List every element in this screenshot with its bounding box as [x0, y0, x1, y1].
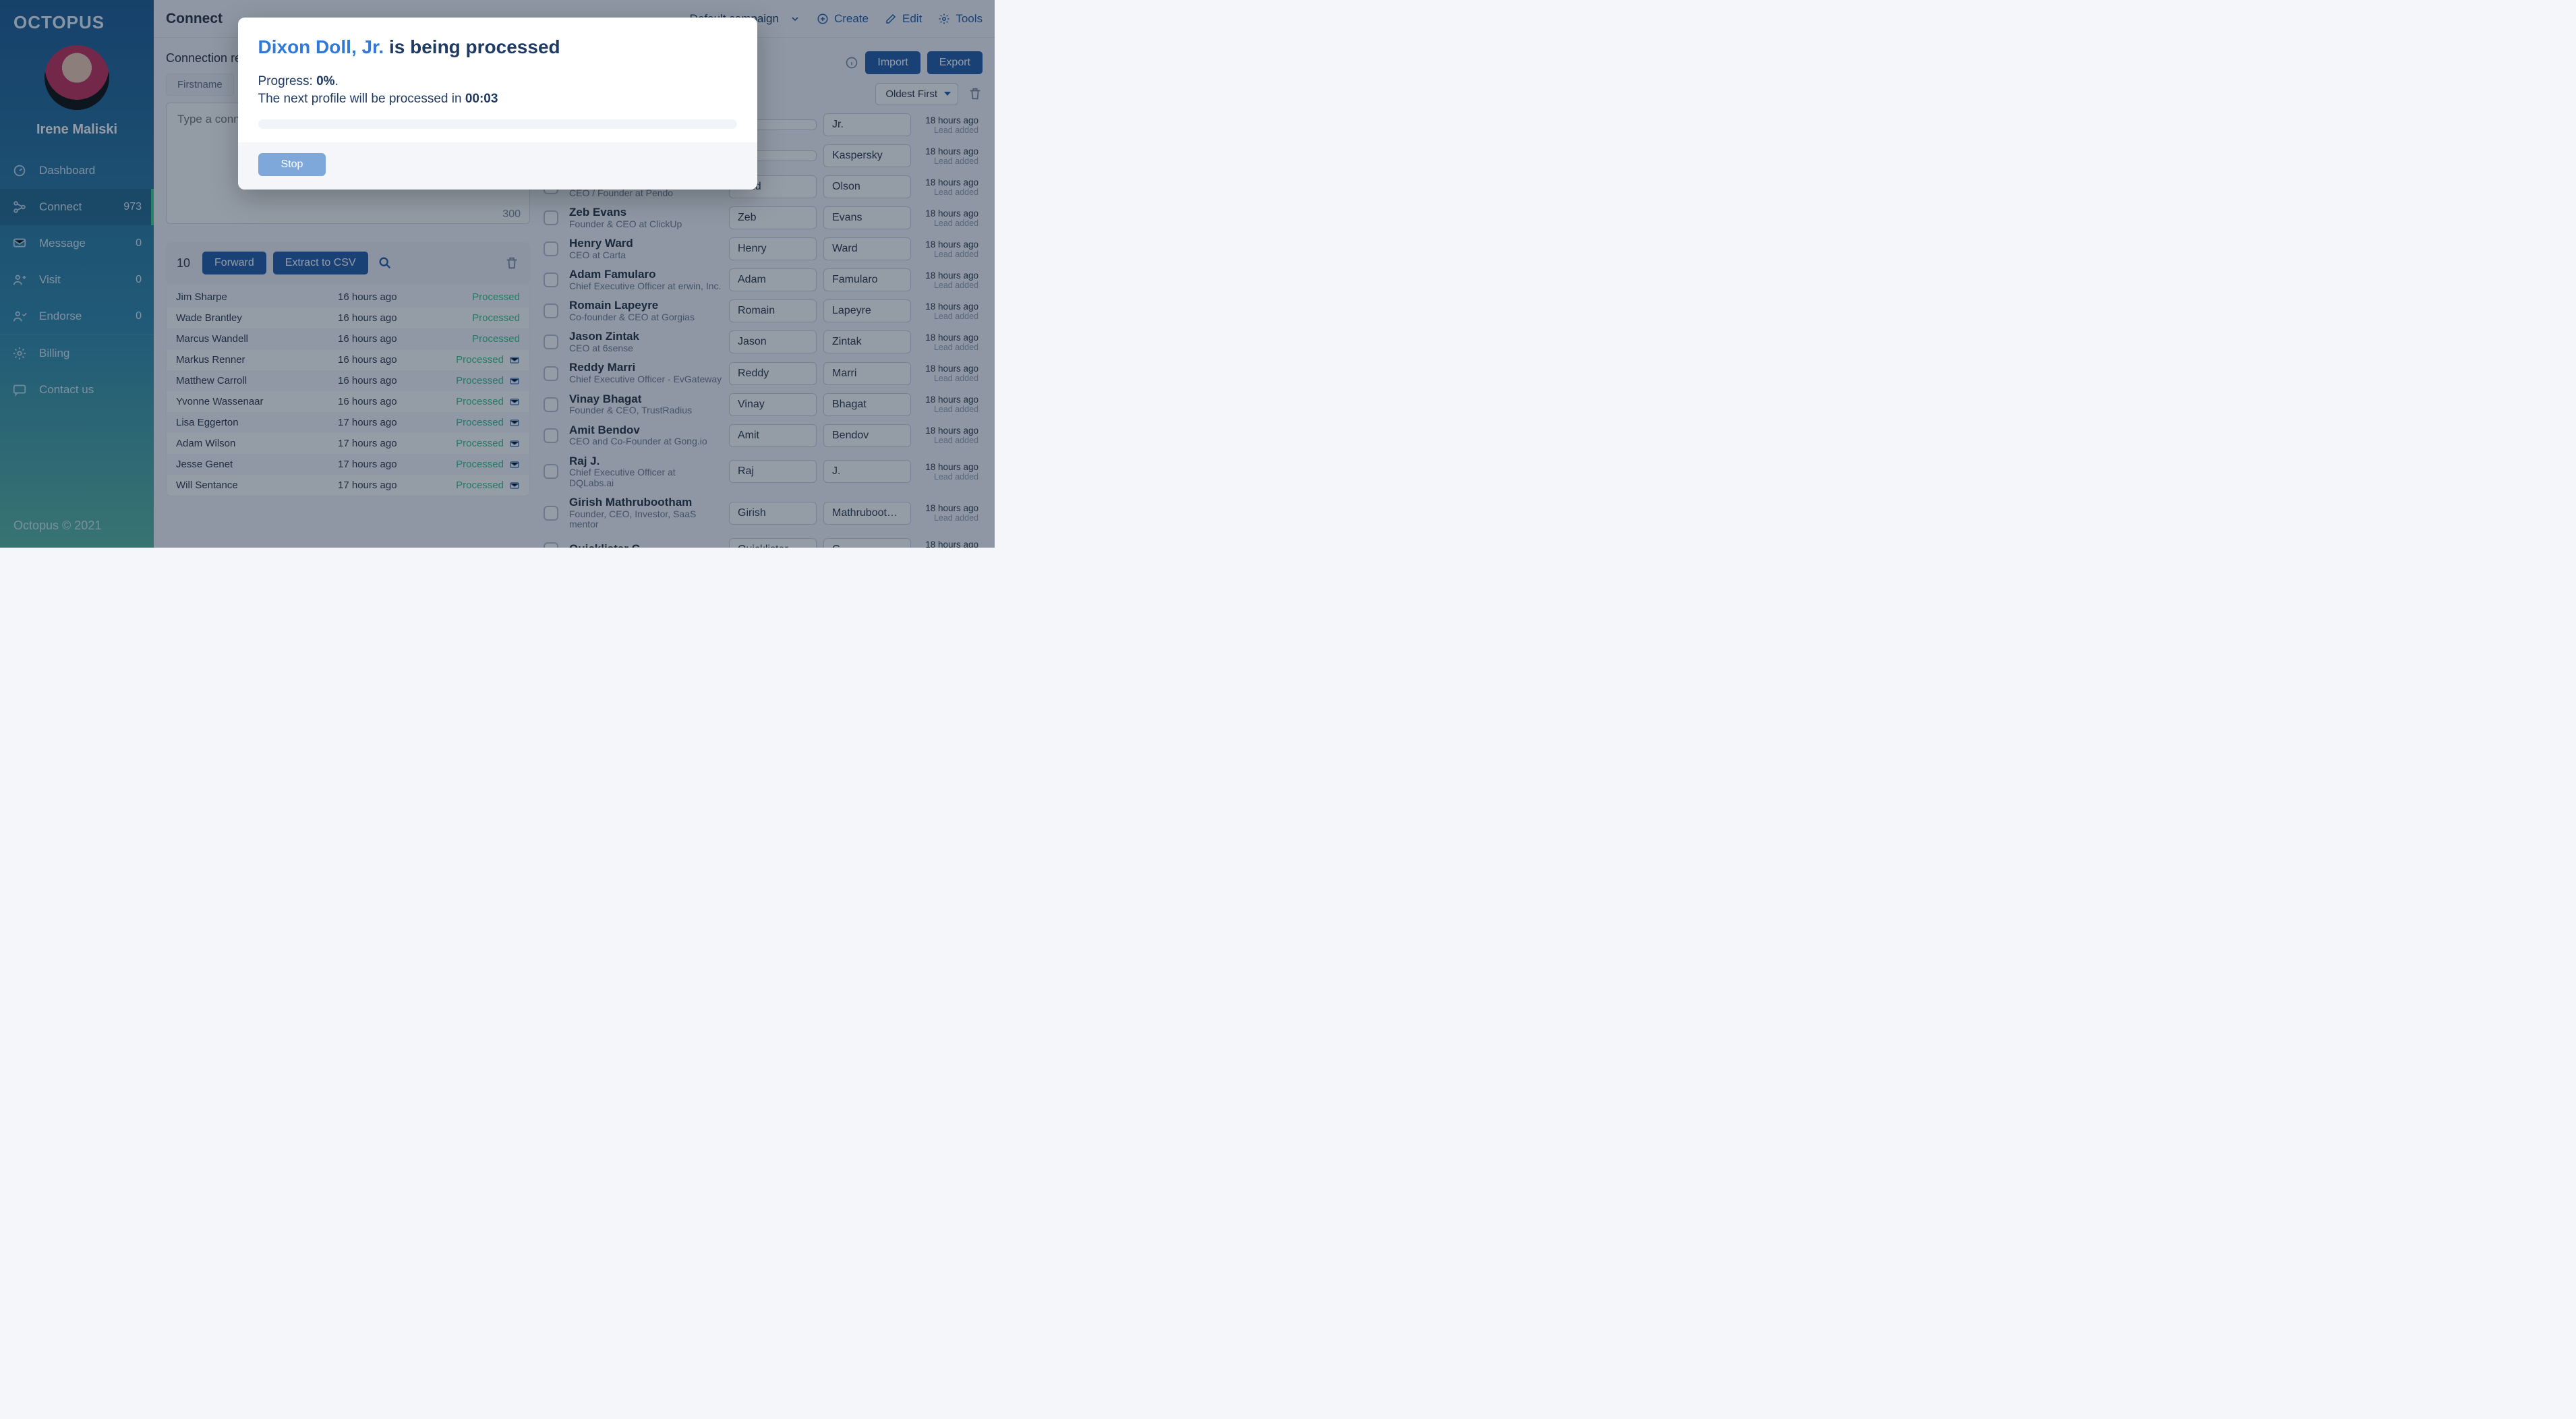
processing-modal: Dixon Doll, Jr. is being processed Progr…: [238, 18, 757, 190]
modal-person: Dixon Doll, Jr.: [258, 36, 384, 57]
modal-title: Dixon Doll, Jr. is being processed: [258, 36, 737, 58]
next-time: 00:03: [465, 92, 498, 106]
modal-text: Progress: 0%. The next profile will be p…: [258, 73, 737, 107]
progress-label: Progress:: [258, 74, 317, 88]
modal-suffix: is being processed: [389, 36, 560, 57]
progress-value: 0%: [316, 74, 334, 88]
modal-overlay: Dixon Doll, Jr. is being processed Progr…: [0, 0, 995, 548]
progress-bar: [258, 119, 737, 129]
stop-button[interactable]: Stop: [258, 153, 326, 176]
progress-period: .: [335, 74, 339, 88]
next-label: The next profile will be processed in: [258, 92, 465, 106]
